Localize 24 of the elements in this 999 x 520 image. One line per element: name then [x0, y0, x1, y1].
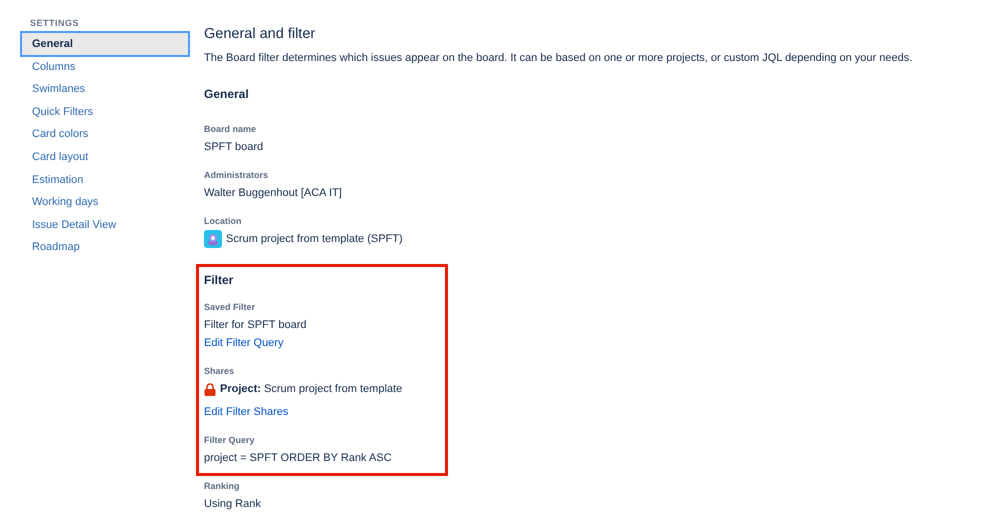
- edit-link[interactable]: Edit Filter Shares: [204, 403, 288, 421]
- field-label: Filter Query: [204, 434, 256, 447]
- field-value: Using Rank: [204, 497, 261, 512]
- share-text: Project: Scrum project from template: [220, 382, 402, 397]
- sidebar-heading: SETTINGS: [29, 18, 80, 28]
- edit-link[interactable]: Edit Filter Query: [204, 334, 284, 352]
- field-label: Location: [204, 215, 242, 228]
- field-label: Saved Filter: [204, 301, 256, 314]
- field-label: Shares: [204, 365, 236, 378]
- field-value: project = SPFT ORDER BY Rank ASC: [204, 451, 392, 466]
- field-label: Ranking: [204, 480, 241, 493]
- field-value: Walter Buggenhout [ACA IT]: [204, 186, 342, 201]
- field-label: Board name: [204, 123, 258, 136]
- sidebar-item[interactable]: General: [20, 31, 190, 57]
- field-label: Administrators: [204, 169, 270, 182]
- field-value: SPFT board: [204, 140, 264, 155]
- project-avatar-icon: [204, 230, 222, 248]
- project-name: Scrum project from template (SPFT): [226, 232, 403, 247]
- section-heading: General: [204, 86, 250, 102]
- page-title: General and filter: [204, 26, 316, 42]
- lock-icon: [204, 382, 216, 396]
- section-heading: Filter: [204, 272, 234, 288]
- field-value: Filter for SPFT board: [204, 318, 306, 333]
- description-text: The Board filter determines which issues appear on the board. It can be based on one or more projects, or custom JQL depending on your needs.: [204, 52, 912, 64]
